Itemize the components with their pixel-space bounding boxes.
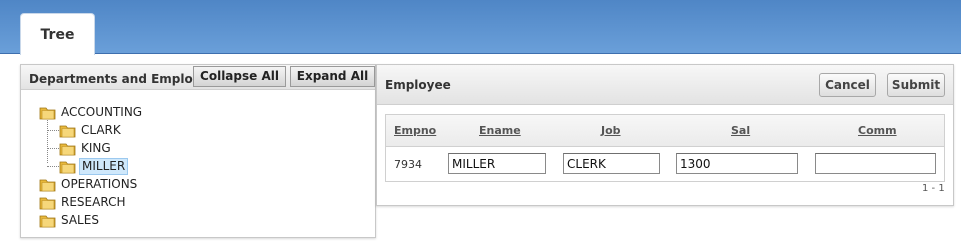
pagination-text: 1 - 1	[922, 183, 945, 194]
tree-connector	[47, 120, 48, 163]
tree-connector	[47, 166, 59, 167]
job-field[interactable]	[563, 153, 660, 174]
tree-connector	[47, 148, 59, 149]
tree-node-label: SALES	[61, 213, 99, 227]
submit-button[interactable]: Submit	[887, 73, 945, 97]
tab-tree[interactable]: Tree	[20, 13, 95, 55]
tree-node-label: KING	[81, 141, 111, 155]
folder-icon	[39, 215, 56, 228]
employee-panel-header: Employee Cancel Submit	[377, 65, 953, 105]
tree-panel-header: Departments and Employees Collapse All E…	[21, 65, 375, 90]
collapse-all-button[interactable]: Collapse All	[193, 66, 286, 87]
column-header-comm[interactable]: Comm	[858, 124, 897, 137]
comm-field[interactable]	[815, 153, 936, 174]
folder-icon	[59, 161, 76, 174]
top-banner: Tree	[0, 0, 961, 55]
column-header-ename[interactable]: Ename	[479, 124, 521, 137]
tree-node-label: MILLER	[79, 158, 129, 175]
sal-field[interactable]	[676, 153, 798, 174]
folder-icon	[39, 179, 56, 192]
departments-tree-panel: Departments and Employees Collapse All E…	[20, 64, 376, 238]
ename-field[interactable]	[448, 153, 546, 174]
folder-icon	[59, 143, 76, 156]
column-header-job[interactable]: Job	[601, 124, 621, 137]
table-row: 7934	[386, 147, 944, 182]
expand-all-button[interactable]: Expand All	[290, 66, 375, 87]
tree-node-label: CLARK	[81, 123, 121, 137]
tree-node-label: ACCOUNTING	[61, 105, 143, 119]
tree-connector	[47, 130, 59, 131]
cancel-button[interactable]: Cancel	[819, 73, 876, 97]
employee-grid: Empno Ename Job Sal Comm 7934	[385, 114, 945, 182]
folder-icon	[39, 197, 56, 210]
grid-header: Empno Ename Job Sal Comm	[386, 115, 944, 147]
column-header-sal[interactable]: Sal	[731, 124, 750, 137]
column-header-empno[interactable]: Empno	[394, 124, 436, 137]
empno-cell: 7934	[394, 158, 422, 171]
folder-icon	[39, 107, 56, 120]
tree-node-label: OPERATIONS	[61, 177, 138, 191]
folder-icon	[59, 125, 76, 138]
employee-panel-title: Employee	[385, 78, 451, 92]
employee-panel: Employee Cancel Submit Empno Ename Job S…	[376, 64, 954, 206]
tree-node-label: RESEARCH	[61, 195, 126, 209]
